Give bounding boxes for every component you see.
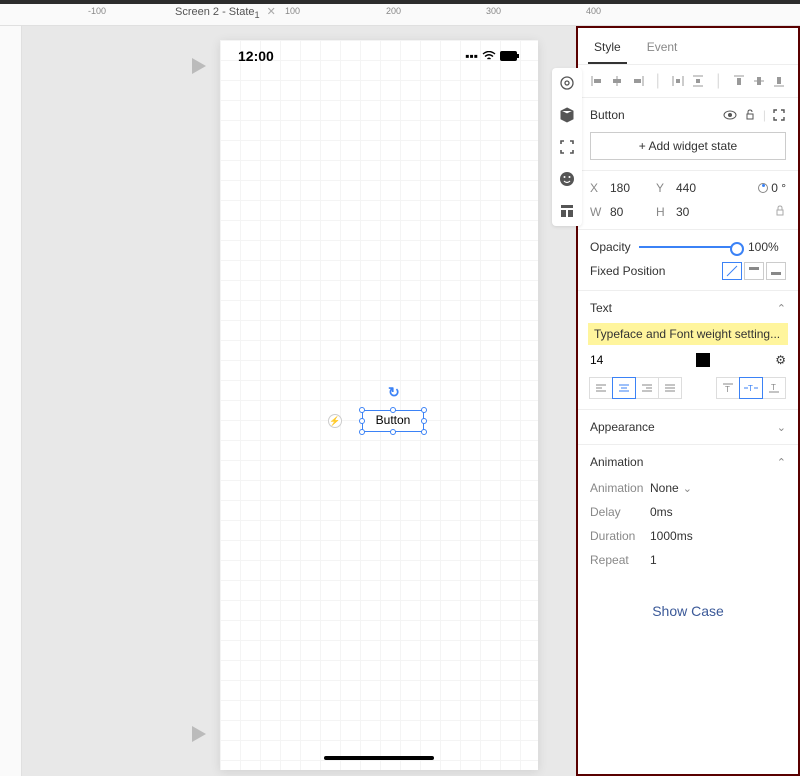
typeface-dropdown[interactable]: Typeface and Font weight setting... bbox=[588, 323, 788, 345]
svg-text:T: T bbox=[771, 383, 776, 392]
rotation-input[interactable]: 0 ° bbox=[771, 181, 786, 195]
y-input[interactable]: 440 bbox=[676, 181, 696, 195]
text-align-left-icon[interactable] bbox=[589, 377, 613, 399]
properties-panel: Style Event | | Button | bbox=[576, 26, 800, 776]
lock-aspect-icon[interactable] bbox=[774, 205, 786, 219]
chevron-down-icon: ⌄ bbox=[777, 421, 786, 434]
expand-icon[interactable] bbox=[772, 108, 786, 122]
rotate-handle-icon[interactable]: ↻ bbox=[388, 384, 400, 401]
tab-event[interactable]: Event bbox=[641, 34, 684, 64]
target-icon[interactable] bbox=[558, 74, 576, 92]
text-section-header[interactable]: Text⌃ bbox=[590, 301, 786, 315]
scan-icon[interactable] bbox=[558, 138, 576, 156]
canvas[interactable]: 12:00 ▪▪▪ ↻ ⚡ Button bbox=[22, 26, 576, 776]
fixed-position-label: Fixed Position bbox=[590, 264, 665, 278]
align-top-icon[interactable] bbox=[729, 71, 747, 91]
add-widget-state-button[interactable]: + Add widget state bbox=[590, 132, 786, 160]
appearance-section-header[interactable]: Appearance⌄ bbox=[590, 420, 786, 434]
home-indicator bbox=[324, 756, 434, 760]
interaction-badge-icon[interactable]: ⚡ bbox=[328, 414, 342, 428]
align-center-v-icon[interactable] bbox=[750, 71, 768, 91]
guide-arrow-bottom bbox=[192, 726, 206, 742]
distribute-h-icon[interactable] bbox=[669, 71, 687, 91]
lock-icon[interactable] bbox=[743, 108, 757, 122]
status-indicators: ▪▪▪ bbox=[465, 49, 520, 63]
layout-icon[interactable] bbox=[558, 202, 576, 220]
animation-section-header[interactable]: Animation⌃ bbox=[590, 455, 786, 469]
svg-text:T: T bbox=[748, 384, 753, 393]
svg-text:T: T bbox=[725, 385, 730, 393]
device-status-bar: 12:00 ▪▪▪ bbox=[220, 48, 538, 64]
text-color-swatch[interactable] bbox=[696, 353, 710, 367]
text-align-center-icon[interactable] bbox=[612, 377, 636, 399]
w-input[interactable]: 80 bbox=[610, 205, 623, 219]
duration-input[interactable]: 1000ms bbox=[650, 529, 693, 543]
grid-background bbox=[220, 40, 538, 770]
opacity-slider[interactable] bbox=[639, 246, 740, 248]
chevron-up-icon: ⌃ bbox=[777, 302, 786, 315]
canvas-toolbar bbox=[552, 68, 582, 226]
tab-style[interactable]: Style bbox=[588, 34, 627, 64]
align-right-icon[interactable] bbox=[628, 71, 646, 91]
font-size-input[interactable] bbox=[590, 353, 630, 367]
close-icon[interactable]: ✕ bbox=[267, 6, 276, 18]
text-valign-middle-icon[interactable]: T bbox=[739, 377, 763, 399]
status-time: 12:00 bbox=[238, 48, 274, 64]
text-valign-top-icon[interactable]: T bbox=[716, 377, 740, 399]
align-bottom-icon[interactable] bbox=[770, 71, 788, 91]
screen-label[interactable]: Screen 2 - State1 ✕ bbox=[175, 5, 276, 20]
show-case-button[interactable]: Show Case bbox=[578, 587, 798, 635]
vertical-ruler bbox=[0, 26, 22, 776]
animation-select[interactable]: None⌄ bbox=[650, 481, 692, 495]
chevron-up-icon: ⌃ bbox=[777, 456, 786, 469]
delay-input[interactable]: 0ms bbox=[650, 505, 673, 519]
fixed-pos-top-icon[interactable] bbox=[744, 262, 764, 280]
distribute-v-icon[interactable] bbox=[689, 71, 707, 91]
alignment-toolbar: | | bbox=[578, 65, 798, 98]
cube-icon[interactable] bbox=[558, 106, 576, 124]
x-input[interactable]: 180 bbox=[610, 181, 630, 195]
wifi-icon bbox=[482, 51, 496, 61]
text-align-justify-icon[interactable] bbox=[658, 377, 682, 399]
text-align-right-icon[interactable] bbox=[635, 377, 659, 399]
battery-icon bbox=[500, 51, 520, 61]
eye-icon[interactable] bbox=[723, 108, 737, 122]
fixed-pos-none-icon[interactable] bbox=[722, 262, 742, 280]
repeat-input[interactable]: 1 bbox=[650, 553, 657, 567]
phone-frame: 12:00 ▪▪▪ bbox=[220, 40, 538, 770]
smiley-icon[interactable] bbox=[558, 170, 576, 188]
widget-name: Button bbox=[590, 108, 625, 122]
h-input[interactable]: 30 bbox=[676, 205, 689, 219]
guide-arrow-top bbox=[192, 58, 206, 74]
signal-icon: ▪▪▪ bbox=[465, 49, 478, 63]
text-valign-bottom-icon[interactable]: T bbox=[762, 377, 786, 399]
horizontal-ruler: -100 Screen 2 - State1 ✕ 100 200 300 400 bbox=[0, 4, 800, 26]
panel-tabs: Style Event bbox=[578, 28, 798, 65]
rotation-dial-icon[interactable] bbox=[758, 183, 768, 193]
opacity-value[interactable]: 100 bbox=[748, 240, 768, 254]
fixed-pos-bottom-icon[interactable] bbox=[766, 262, 786, 280]
opacity-label: Opacity bbox=[590, 240, 631, 254]
align-center-h-icon[interactable] bbox=[608, 71, 626, 91]
gear-icon[interactable]: ⚙ bbox=[775, 353, 786, 367]
selected-button-widget[interactable]: Button bbox=[362, 410, 424, 432]
align-left-icon[interactable] bbox=[588, 71, 606, 91]
